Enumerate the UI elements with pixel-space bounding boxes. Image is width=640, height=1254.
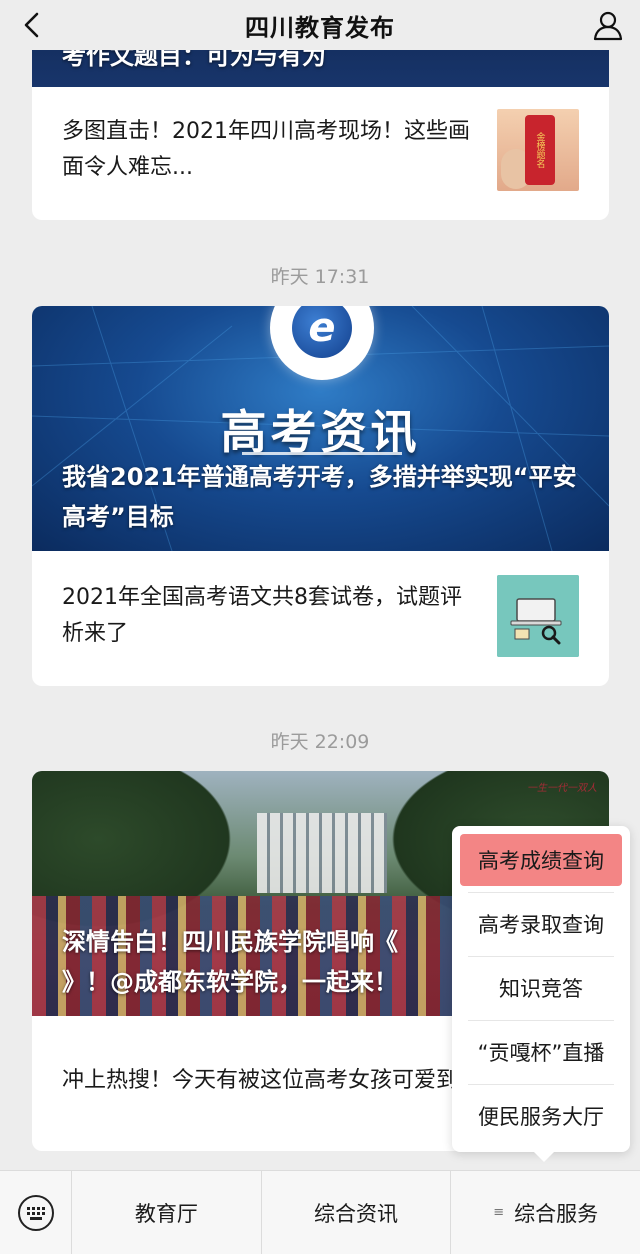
menu-divider	[468, 1020, 614, 1021]
menu-item-service-hall[interactable]: 便民服务大厅	[460, 1090, 622, 1142]
menu-item-score-query[interactable]: 高考成绩查询	[460, 834, 622, 886]
menu-item-live-stream[interactable]: “贡嘎杯”直播	[460, 1026, 622, 1078]
logo-letter: e	[292, 306, 352, 358]
chevron-left-icon[interactable]	[18, 10, 48, 40]
tab-label: 综合服务	[514, 1201, 599, 1226]
tab-services[interactable]: ≡ 综合服务	[450, 1170, 640, 1254]
menu-divider	[468, 956, 614, 957]
timestamp: 昨天 17:31	[270, 266, 370, 288]
keyboard-icon	[17, 1194, 54, 1231]
tab-education-dept[interactable]: 教育厅	[72, 1171, 261, 1254]
menu-divider	[468, 1084, 614, 1085]
keyboard-toggle-button[interactable]	[0, 1170, 72, 1254]
article-cover[interactable]: e 高考资讯 我省2021年普通高考开考，多措并举实现“平安高考”目标	[32, 306, 609, 551]
tab-label: 教育厅	[134, 1201, 198, 1226]
article-card: e 高考资讯 我省2021年普通高考开考，多措并举实现“平安高考”目标 2021…	[32, 306, 609, 686]
service-submenu: 高考成绩查询 高考录取查询 知识竞答 “贡嘎杯”直播 便民服务大厅	[452, 826, 630, 1162]
menu-item-admission-query[interactable]: 高考录取查询	[460, 898, 622, 950]
tab-news[interactable]: 综合资讯	[260, 1170, 451, 1254]
menu-lines-icon: ≡	[493, 1205, 505, 1220]
school-building-image	[257, 813, 387, 893]
list-item[interactable]: 多图直击！2021年四川高考现场！这些画面令人难忘... 金榜题名	[62, 105, 579, 195]
article-thumbnail	[497, 575, 579, 657]
menu-item-quiz[interactable]: 知识竞答	[460, 962, 622, 1014]
laptop-search-icon	[497, 575, 579, 657]
tab-label: 综合资讯	[314, 1201, 398, 1226]
article-title: 冲上热搜！今天有被这位高考女孩可爱到	[62, 1068, 459, 1093]
bottom-menu-bar: 教育厅 综合资讯 ≡ 综合服务	[0, 1170, 640, 1254]
banner-underline	[242, 452, 402, 455]
top-nav-bar: 四川教育发布	[0, 0, 640, 50]
list-item[interactable]: 2021年全国高考语文共8套试卷，试题评析来了	[62, 571, 579, 661]
lucky-charm-tag: 金榜题名	[525, 115, 555, 185]
person-icon[interactable]	[592, 9, 624, 41]
watermark: 一生一代一双人	[527, 783, 597, 794]
menu-divider	[468, 892, 614, 893]
page-title: 四川教育发布	[245, 13, 395, 42]
timestamp: 昨天 22:09	[270, 731, 370, 753]
cover-title: 我省2021年普通高考开考，多措并举实现“平安高考”目标	[62, 463, 577, 531]
article-title: 2021年全国高考语文共8套试卷，试题评析来了	[62, 585, 462, 646]
article-title: 多图直击！2021年四川高考现场！这些画面令人难忘...	[62, 119, 470, 180]
article-thumbnail: 金榜题名	[497, 109, 579, 191]
